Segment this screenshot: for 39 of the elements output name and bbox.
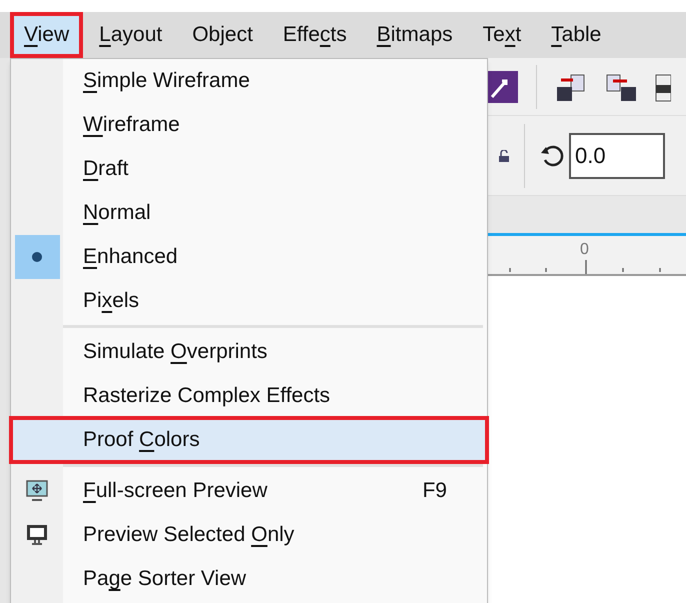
menu-item[interactable]: Proof Colors [11,418,487,462]
menu-item-label: Preview Selected Only [83,522,294,548]
menu-item[interactable]: Text [468,12,536,58]
menu-item[interactable]: Draft [11,147,487,191]
ruler-label: 0 [580,240,589,260]
menu-item[interactable]: Normal [11,191,487,235]
rotation-field[interactable]: 0.0 [569,132,665,178]
menu-item[interactable]: Simulate Overprints [11,330,487,374]
monitor-icon [26,524,48,546]
menu-item[interactable]: Pixels [11,279,487,323]
menu-item[interactable]: Bitmaps [362,12,467,58]
menu-item-label: Pixels [83,288,140,314]
menu-item[interactable]: Preview Selected Only [11,513,487,557]
menu-item-label: Simulate Overprints [83,339,268,366]
menu-item[interactable]: Effects [268,12,361,58]
menu-item-label: Normal [83,200,151,226]
menu-item-label: Wireframe [83,112,180,138]
menu-item-label: Full-screen Preview [83,478,268,504]
menu-item[interactable]: View [10,12,84,58]
menu-item-label: Proof Colors [83,427,200,454]
menu-item[interactable]: Rasterize Complex Effects [11,374,487,418]
menu-item[interactable]: Page Sorter View [11,557,487,601]
rotate-icon [539,142,565,168]
menu-item[interactable]: Full-screen Preview F9 [11,469,487,513]
menu-item[interactable]: Layout [85,12,176,58]
menu-item[interactable]: Simple Wireframe [11,59,487,103]
tool-icon[interactable] [488,70,518,102]
menu-item-label: Draft [83,156,129,182]
menu-item[interactable]: Wireframe [11,103,487,147]
lock-icon[interactable] [498,150,510,162]
monitor-icon [26,480,48,502]
menu-item[interactable]: Object [178,12,267,58]
menu-item-label: Page Sorter View [83,566,246,592]
menu-item-label: Simple Wireframe [83,68,250,94]
menu-item[interactable]: Enhanced [11,235,487,279]
menu-item-label: Rasterize Complex Effects [83,383,330,410]
menu-item-label: Enhanced [83,244,178,270]
menu-item[interactable]: Table [537,12,616,58]
shortcut-label: F9 [422,478,447,504]
